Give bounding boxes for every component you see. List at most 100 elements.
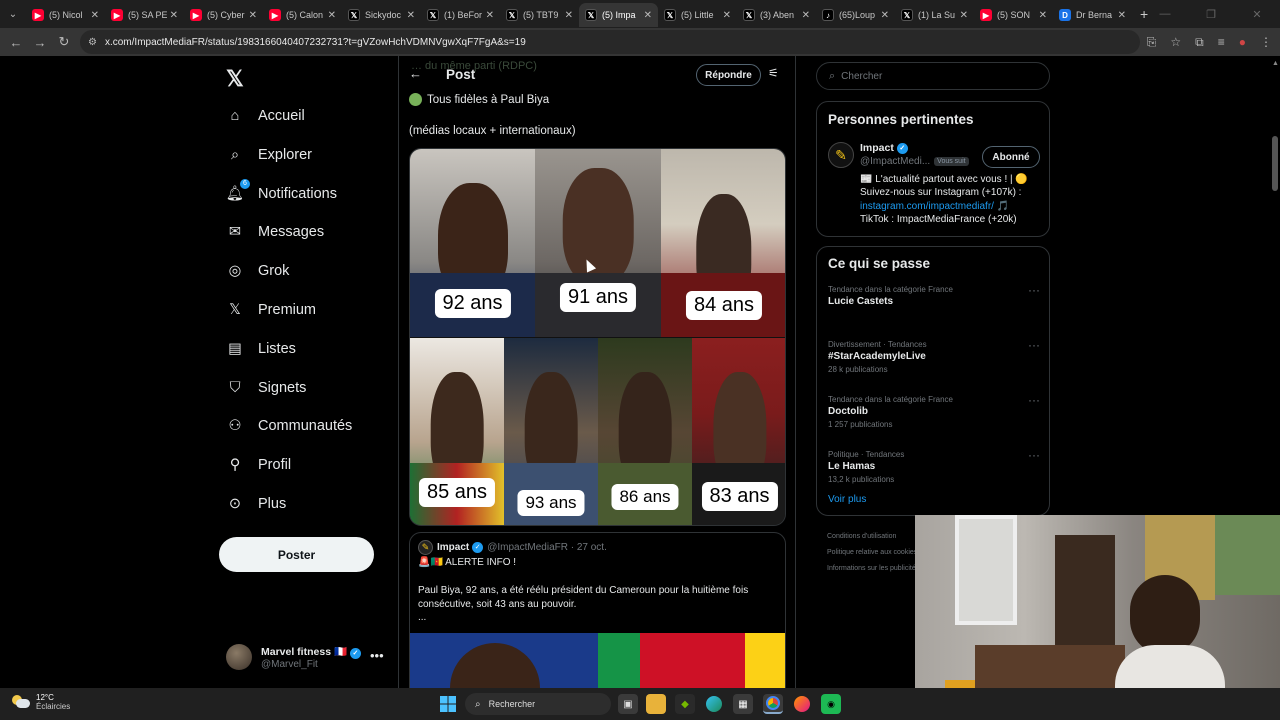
terms-link[interactable]: Conditions d'utilisation: [827, 529, 919, 545]
scrollbar-thumb[interactable]: [1272, 136, 1278, 191]
see-more-link[interactable]: Voir plus: [828, 494, 866, 505]
site-info-icon[interactable]: ⚙: [88, 37, 97, 48]
impact-avatar-icon[interactable]: ✎: [828, 142, 854, 168]
more-dots-icon[interactable]: ···: [1028, 393, 1040, 407]
address-bar[interactable]: ⚙ x.com/ImpactMediaFR/status/19831660404…: [80, 30, 1140, 54]
store-icon[interactable]: ▦: [733, 694, 753, 714]
close-window-icon[interactable]: ✕: [1234, 8, 1280, 21]
firefox-icon[interactable]: [792, 694, 812, 714]
edge-icon[interactable]: [704, 694, 724, 714]
browser-tab[interactable]: 𝕏 (5) Little ✕: [658, 3, 737, 27]
nav-item-communautés[interactable]: ⚇ Communautés: [226, 411, 353, 441]
browser-tab[interactable]: 𝕏 (3) Aben ✕: [737, 3, 816, 27]
instagram-link[interactable]: instagram.com/impactmediafr/: [860, 201, 994, 212]
back-arrow-icon[interactable]: ←: [4, 35, 28, 50]
tab-close-icon[interactable]: ✕: [170, 10, 178, 21]
forward-arrow-icon[interactable]: →: [28, 35, 52, 50]
reading-list-icon[interactable]: ≡: [1218, 35, 1225, 49]
nav-item-listes[interactable]: ▤ Listes: [226, 334, 296, 364]
browser-tab[interactable]: 𝕏 (1) La Su ✕: [895, 3, 974, 27]
browser-tab[interactable]: D Dr Berna ✕: [1053, 3, 1132, 27]
tab-close-icon[interactable]: ✕: [1118, 10, 1126, 21]
windows-start-icon[interactable]: [438, 694, 458, 714]
tab-close-icon[interactable]: ✕: [407, 10, 415, 21]
account-handle: @Marvel_Fit: [261, 658, 318, 670]
nvidia-icon[interactable]: ◆: [675, 694, 695, 714]
browser-tab[interactable]: 𝕏 (5) TBT9 ✕: [500, 3, 579, 27]
nav-item-messages[interactable]: ✉ Messages: [226, 217, 324, 247]
nav-item-premium[interactable]: 𝕏 Premium: [226, 295, 316, 325]
tab-close-icon[interactable]: ✕: [644, 10, 652, 21]
notification-count-badge: 6: [240, 178, 250, 189]
profile-icon[interactable]: ●: [1239, 35, 1246, 49]
post-image-collage[interactable]: 92 ans 91 ans 84 ans 85 ans 93 ans 86 an…: [409, 148, 786, 526]
reload-icon[interactable]: ↻: [52, 34, 76, 50]
browser-tab[interactable]: ▶ (5) Calon ✕: [263, 3, 342, 27]
bookmark-icon: ⛉: [229, 379, 241, 396]
ads-info-link[interactable]: Informations sur les publicités: [827, 561, 919, 577]
browser-tab[interactable]: 𝕏 (1) BeFor ✕: [421, 3, 500, 27]
tab-close-icon[interactable]: ✕: [91, 10, 99, 21]
more-dots-icon[interactable]: ···: [1028, 283, 1040, 297]
extensions-icon[interactable]: ⧉: [1195, 35, 1204, 50]
tab-close-icon[interactable]: ✕: [960, 10, 968, 21]
minimize-icon[interactable]: —: [1142, 8, 1188, 20]
file-explorer-icon[interactable]: [646, 694, 666, 714]
nav-item-accueil[interactable]: ⌂ Accueil: [226, 101, 305, 131]
browser-tab[interactable]: ▶ (5) Cyber ✕: [184, 3, 263, 27]
account-switcher[interactable]: Marvel fitness 🇫🇷 ✓ @Marvel_Fit •••: [226, 644, 384, 670]
browser-tab[interactable]: ▶ (5) Nicol ✕: [26, 3, 105, 27]
trend-item[interactable]: Divertissement · Tendances #StarAcademyle…: [828, 338, 1040, 374]
portrait-7: 83 ans: [692, 338, 785, 525]
more-dots-icon[interactable]: •••: [370, 648, 384, 663]
search-input[interactable]: ⌕ Chercher: [816, 62, 1050, 90]
browser-tab[interactable]: 𝕏 (5) Impa ✕: [579, 3, 658, 27]
restore-icon[interactable]: ❐: [1188, 8, 1234, 21]
trend-item[interactable]: Tendance dans la catégorie France Lucie C…: [828, 283, 1040, 307]
post-button[interactable]: Poster: [219, 537, 374, 572]
quoted-post[interactable]: ✎ Impact ✓ @ImpactMediaFR · 27 oct. 🚨🇨🇲 …: [409, 532, 786, 688]
back-arrow-icon[interactable]: ←: [409, 66, 422, 81]
reply-button[interactable]: Répondre: [696, 64, 761, 86]
verified-badge-icon: ✓: [349, 647, 361, 659]
nav-item-grok[interactable]: ◎ Grok: [226, 256, 290, 286]
nav-item-notifications[interactable]: 🔔︎ 6 Notifications: [226, 178, 337, 209]
tab-close-icon[interactable]: ✕: [1039, 10, 1047, 21]
taskbar-search[interactable]: ⌕ Rechercher: [465, 693, 611, 715]
more-dots-icon[interactable]: ···: [1028, 338, 1040, 352]
following-button[interactable]: Abonné: [982, 146, 1040, 168]
app-icon[interactable]: ◉: [821, 694, 841, 714]
tab-close-icon[interactable]: ✕: [881, 10, 889, 21]
filter-settings-icon[interactable]: ⚟: [768, 66, 779, 80]
tab-close-icon[interactable]: ✕: [565, 10, 573, 21]
trend-item[interactable]: Politique · Tendances Le Hamas 13,2 k publ…: [828, 448, 1040, 484]
browser-tab[interactable]: 𝕏 Sickydoc ✕: [342, 3, 421, 27]
trend-name: Doctolib: [828, 406, 868, 417]
nav-item-profil[interactable]: ⚲ Profil: [226, 450, 291, 480]
more-dots-icon[interactable]: ···: [1028, 448, 1040, 462]
browser-tab[interactable]: ▶ (5) SON ✕: [974, 3, 1053, 27]
tab-close-icon[interactable]: ✕: [802, 10, 810, 21]
tab-search-button[interactable]: ⌄: [0, 0, 26, 28]
install-app-icon[interactable]: ⎘: [1147, 35, 1157, 50]
x-logo-icon[interactable]: 𝕏: [226, 66, 244, 92]
nav-item-plus[interactable]: ⊙ Plus: [226, 489, 286, 519]
tab-close-icon[interactable]: ✕: [486, 10, 494, 21]
weather-widget[interactable]: 12°C Éclaircies: [12, 693, 70, 711]
cookies-link[interactable]: Politique relative aux cookies: [827, 545, 919, 561]
browser-tab[interactable]: ▶ (5) SA PE ✕: [105, 3, 184, 27]
menu-icon[interactable]: ⋮: [1260, 35, 1272, 49]
chrome-icon[interactable]: [763, 694, 783, 714]
trend-item[interactable]: Tendance dans la catégorie France Doctoli…: [828, 393, 1040, 429]
tab-close-icon[interactable]: ✕: [723, 10, 731, 21]
bookmark-star-icon[interactable]: ☆: [1170, 35, 1181, 49]
age-label: 92 ans: [434, 289, 511, 318]
nav-item-signets[interactable]: ⛉ Signets: [226, 373, 307, 403]
nav-item-explorer[interactable]: ⌕ Explorer: [226, 140, 312, 170]
tab-favicon-icon: D: [1059, 9, 1071, 21]
person-name[interactable]: Impact ✓: [860, 142, 912, 154]
browser-tab[interactable]: ♪ (65)Loup ✕: [816, 3, 895, 27]
tab-close-icon[interactable]: ✕: [249, 10, 257, 21]
task-view-icon[interactable]: ▣: [618, 694, 638, 714]
tab-close-icon[interactable]: ✕: [328, 10, 336, 21]
